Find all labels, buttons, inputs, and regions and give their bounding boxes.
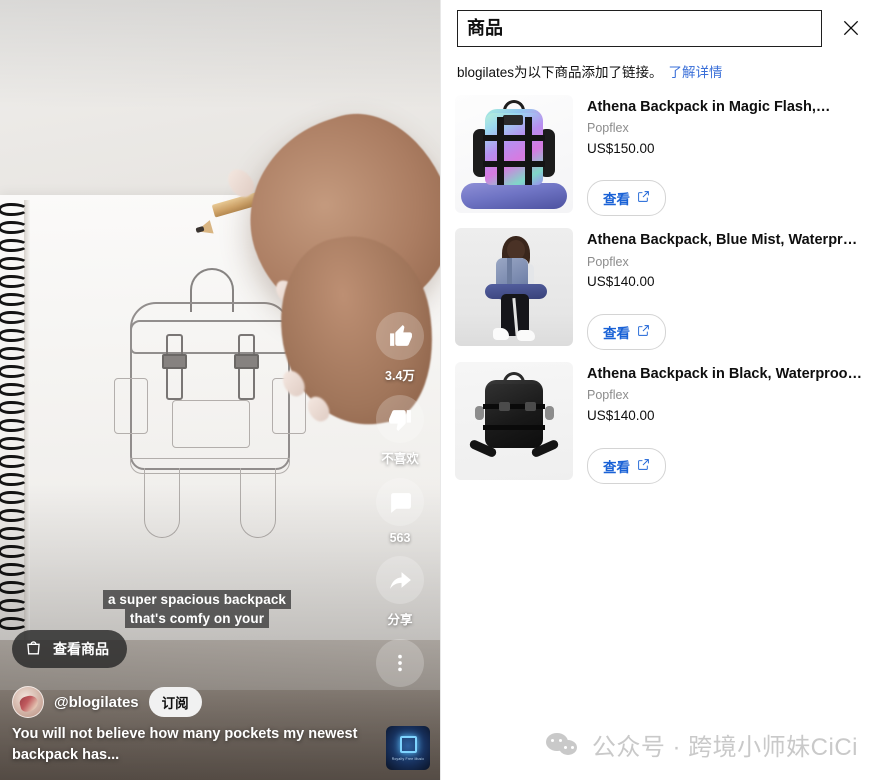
watermark-text: 公众号 · 跨境小师妹CiCi (591, 734, 858, 761)
product-info: Athena Backpack in Magic Flash,… Popflex… (587, 95, 866, 217)
view-products-label: 查看商品 (53, 641, 109, 657)
panel-note: blogilates为以下商品添加了链接。 了解详情 (441, 47, 880, 83)
product-price: US$140.00 (587, 407, 655, 423)
learn-more-link[interactable]: 了解详情 (669, 65, 723, 80)
share-button[interactable]: 分享 (376, 556, 424, 628)
product-price: US$150.00 (587, 140, 655, 156)
video-title[interactable]: You will not believe how many pockets my… (12, 724, 362, 765)
product-brand: Popflex (587, 254, 629, 269)
shopping-bag-icon (24, 638, 43, 660)
caption-line-1: a super spacious backpack (102, 590, 292, 610)
product-thumbnail[interactable] (455, 228, 573, 347)
action-rail: 3.4万 不喜欢 563 分享 (368, 312, 432, 687)
music-icon (399, 735, 417, 753)
thumbs-down-icon[interactable] (376, 395, 424, 443)
dislike-label: 不喜欢 (381, 452, 419, 466)
product-info: Athena Backpack in Black, Waterproof… Po… (587, 362, 866, 484)
like-count: 3.4万 (385, 369, 415, 383)
product-item[interactable]: Athena Backpack in Magic Flash,… Popflex… (455, 94, 866, 217)
product-item[interactable]: Athena Backpack in Black, Waterproof… Po… (455, 362, 866, 484)
thumbs-up-icon[interactable] (376, 312, 424, 360)
notebook-spiral-binding (0, 203, 32, 643)
page-title: 商品 (457, 10, 822, 47)
view-product-button[interactable]: 查看 (587, 314, 666, 351)
subscribe-button[interactable]: 订阅 (148, 687, 202, 717)
more-vertical-icon[interactable] (376, 639, 424, 687)
channel-row: @blogilates 订阅 (12, 686, 202, 718)
video-caption: a super spacious backpack that's comfy o… (0, 590, 394, 629)
like-button[interactable]: 3.4万 (376, 312, 424, 384)
product-brand: Popflex (587, 121, 629, 136)
view-button-label: 查看 (603, 192, 630, 208)
comment-count: 563 (389, 531, 411, 545)
external-link-icon (637, 324, 650, 340)
view-product-button[interactable]: 查看 (587, 180, 666, 217)
product-thumbnail[interactable] (455, 94, 573, 213)
music-thumbnail[interactable]: Royalty Free Music (386, 726, 430, 770)
product-list: Athena Backpack in Magic Flash,… Popflex… (441, 83, 880, 484)
product-name: Athena Backpack in Magic Flash,… (587, 98, 831, 115)
view-button-label: 查看 (603, 326, 630, 342)
dislike-button[interactable]: 不喜欢 (376, 395, 424, 467)
caption-line-2: that's comfy on your (124, 609, 270, 629)
product-name: Athena Backpack, Blue Mist, Waterproof… (587, 232, 866, 249)
app-root: a super spacious backpack that's comfy o… (0, 0, 880, 780)
product-brand: Popflex (587, 388, 629, 403)
share-icon[interactable] (376, 556, 424, 604)
wechat-icon (545, 732, 580, 758)
external-link-icon (637, 458, 650, 474)
product-thumbnail[interactable] (455, 362, 573, 481)
product-item[interactable]: Athena Backpack, Blue Mist, Waterproof… … (455, 228, 866, 351)
watermark: 公众号 · 跨境小师妹CiCi (545, 727, 858, 762)
product-info: Athena Backpack, Blue Mist, Waterproof… … (587, 228, 866, 351)
panel-note-text: blogilates为以下商品添加了链接。 (457, 64, 663, 80)
product-price: US$140.00 (587, 274, 655, 290)
external-link-icon (637, 190, 650, 206)
view-products-pill[interactable]: 查看商品 (12, 630, 127, 668)
panel-header: 商品 (441, 0, 880, 47)
share-label: 分享 (387, 613, 413, 627)
view-button-label: 查看 (603, 459, 630, 475)
avatar[interactable] (12, 686, 44, 718)
shorts-video-player[interactable]: a super spacious backpack that's comfy o… (0, 0, 440, 780)
channel-handle[interactable]: @blogilates (54, 694, 139, 711)
comment-icon[interactable] (376, 478, 424, 526)
music-thumb-label: Royalty Free Music (391, 756, 425, 761)
products-panel: 商品 blogilates为以下商品添加了链接。 了解详情 Athena Back… (440, 0, 880, 780)
comment-button[interactable]: 563 (376, 478, 424, 545)
product-name: Athena Backpack in Black, Waterproof… (587, 366, 866, 383)
view-product-button[interactable]: 查看 (587, 447, 666, 484)
close-icon[interactable] (834, 11, 868, 45)
